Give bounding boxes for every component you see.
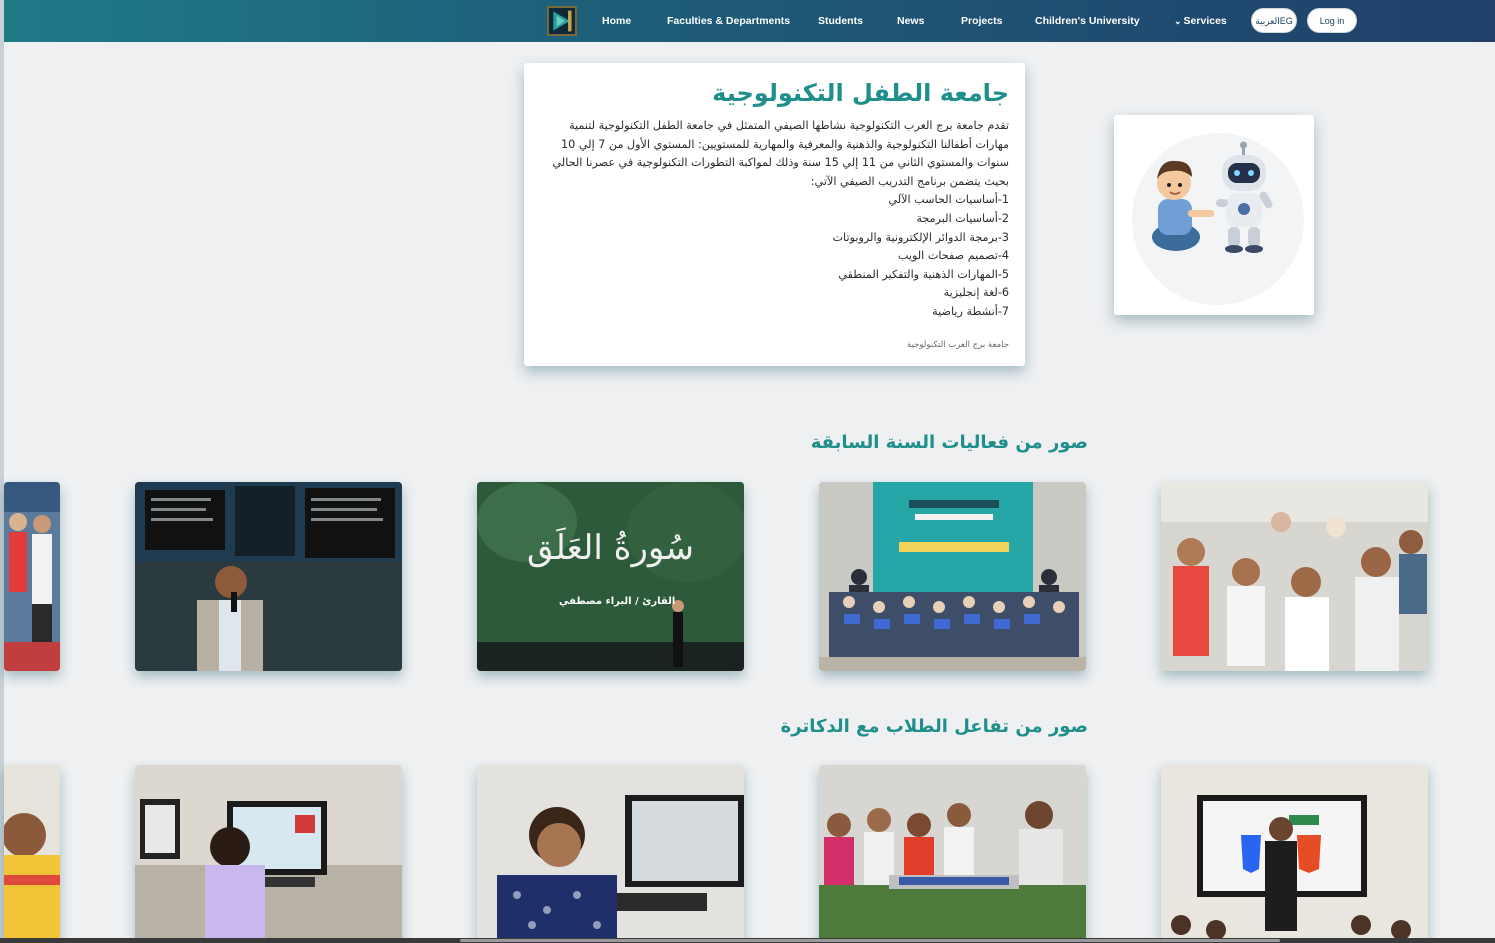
- previous-year-events-title: صور من فعاليات السنة السابقة: [810, 432, 1088, 453]
- nav-services-label: Services: [1183, 15, 1227, 27]
- nav-childrens-university-link[interactable]: Children's University: [1035, 0, 1140, 42]
- program-item: 2-أساسيات البرمجة: [916, 211, 1009, 225]
- language-label: العربية: [1255, 16, 1280, 26]
- program-item: 5-المهارات الذهنية والتفكير المنطقي: [838, 267, 1009, 281]
- program-item: 6-لغة إنجليزية: [943, 286, 1009, 300]
- training-program-list: 1-أساسيات الحاسب الآلي 2-أساسيات البرمجة…: [540, 191, 1009, 321]
- quran-surah-title: سُورةُ العَلَق: [527, 528, 694, 568]
- nav-news-link[interactable]: News: [897, 0, 924, 42]
- event-photo-speaker[interactable]: [135, 482, 402, 671]
- info-source: جامعة برج العرب التكنولوجية: [907, 340, 1009, 350]
- interaction-photo-girl-computer[interactable]: [135, 765, 402, 943]
- program-item: 1-أساسيات الحاسب الآلي: [888, 193, 1009, 207]
- kid-and-robot-illustration: [1114, 115, 1314, 315]
- robot-illustration-card: [1114, 115, 1314, 315]
- nav-students-link[interactable]: Students: [818, 0, 863, 42]
- info-title: جامعة الطفل التكنولوجية: [712, 79, 1009, 107]
- program-item: 3-برمجة الدوائر الإلكترونية والروبوتات: [832, 230, 1009, 244]
- interaction-photo-partial[interactable]: [4, 765, 60, 943]
- language-switch-button[interactable]: العربيةEG: [1251, 8, 1297, 33]
- quran-reciter-caption: القارئ / البراء مصطفي: [559, 596, 676, 607]
- language-code: EG: [1279, 16, 1293, 26]
- event-photo-partial[interactable]: [4, 482, 60, 671]
- nav-faculties-link[interactable]: Faculties & Departments: [667, 0, 790, 42]
- event-photo-group-certificates[interactable]: [819, 482, 1086, 671]
- students-interaction-title: صور من تفاعل الطلاب مع الدكاترة: [780, 716, 1088, 737]
- chevron-down-icon: ⌄: [1174, 16, 1182, 26]
- horizontal-scrollbar-thumb[interactable]: [460, 939, 1280, 942]
- event-photo-quran-recitation[interactable]: سُورةُ العَلَق القارئ / البراء مصطفي: [477, 482, 744, 671]
- nav-home-link[interactable]: Home: [602, 0, 631, 42]
- interaction-photo-html-lecture[interactable]: [1161, 765, 1428, 943]
- nav-services-dropdown[interactable]: ⌄ Services: [1174, 0, 1227, 42]
- children-university-info-card: جامعة الطفل التكنولوجية تقدم جامعة برج ا…: [524, 63, 1025, 366]
- login-button[interactable]: Log in: [1307, 8, 1357, 33]
- program-item: 7-أنشطة رياضية: [932, 304, 1009, 318]
- program-item: 4-تصميم صفحات الويب: [897, 249, 1009, 263]
- interaction-photo-boy-computer[interactable]: [477, 765, 744, 943]
- info-paragraph: تقدم جامعة برج العرب التكنولوجية نشاطها …: [552, 119, 1009, 188]
- interaction-photo-robot-train-demo[interactable]: [819, 765, 1086, 943]
- event-photo-kids-group[interactable]: [1161, 482, 1428, 671]
- nav-projects-link[interactable]: Projects: [961, 0, 1002, 42]
- site-logo[interactable]: [547, 6, 577, 36]
- top-navbar: Home Faculties & Departments Students Ne…: [4, 0, 1495, 42]
